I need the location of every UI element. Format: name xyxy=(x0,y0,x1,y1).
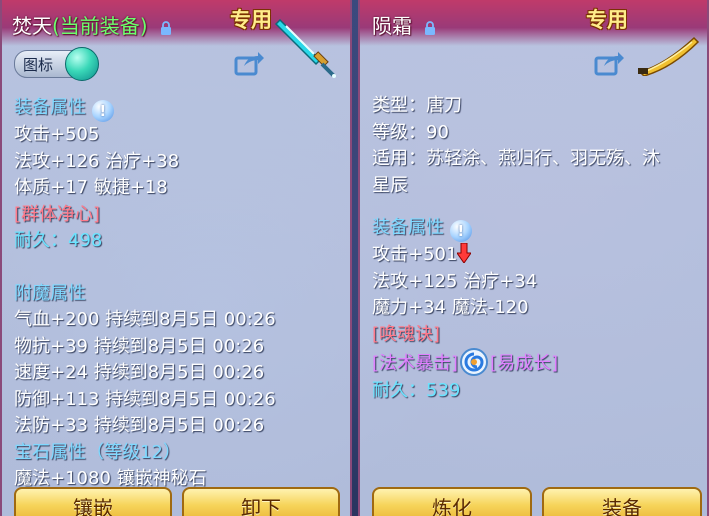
compare-equipment-panel: 陨霜 专用 类型：唐刀 等级：90 适用：苏轻涂、燕归行、羽无殇、沐 星辰 装备… xyxy=(358,0,709,516)
lock-icon xyxy=(160,20,171,35)
skill-2: [易成长] xyxy=(490,353,559,374)
durability: 耐久：498 xyxy=(14,230,103,251)
gem-title: 宝石属性（等级12） xyxy=(14,441,181,463)
icon-toggle-label: 图标 xyxy=(23,56,54,74)
right-stats: 装备属性 ! 攻击+501 法攻+125 治疗+34 魔力+34 魔法-120 … xyxy=(372,215,558,404)
tang-sword-icon[interactable] xyxy=(636,34,700,76)
enchant-title: 附魔属性 xyxy=(14,282,86,304)
share-icon[interactable] xyxy=(234,50,264,76)
attack-line: 攻击+501 xyxy=(372,242,558,269)
left-item-title: 焚天(当前装备) xyxy=(12,10,172,39)
icon-toggle[interactable]: 图标 xyxy=(14,47,99,81)
info-icon[interactable]: ! xyxy=(449,220,472,242)
enchant-line: 物抗+39 持续到8月5日 00:26 xyxy=(14,335,265,357)
right-equip-attr-heading: 装备属性 ! xyxy=(372,215,558,242)
enchant-line: 法防+33 持续到8月5日 00:26 xyxy=(14,415,265,436)
special-effect: [唤魂诀] xyxy=(372,323,441,345)
stat-line: 法攻+126 治疗+38 xyxy=(14,150,180,172)
left-equip-attr-heading: 装备属性 ! xyxy=(14,95,276,122)
stat-line: 法攻+125 治疗+34 xyxy=(372,270,538,292)
equip-button[interactable]: 装备 xyxy=(542,487,702,516)
stat-line: 魔力+34 魔法-120 xyxy=(372,297,529,318)
stat-line: 体质+17 敏捷+18 xyxy=(14,177,168,198)
right-item-title: 陨霜 xyxy=(372,10,436,39)
applicable-line-2: 星辰 xyxy=(372,174,408,196)
refine-button[interactable]: 炼化 xyxy=(372,487,532,516)
left-item-name: 焚天 xyxy=(12,14,52,38)
share-icon[interactable] xyxy=(594,50,624,76)
stat-line: 攻击+505 xyxy=(14,124,100,145)
item-level: 等级：90 xyxy=(372,121,449,143)
sword-icon[interactable] xyxy=(274,16,338,78)
enchant-line: 速度+24 持续到8月5日 00:26 xyxy=(14,362,265,383)
swirl-skill-icon[interactable] xyxy=(460,348,489,376)
item-type: 类型：唐刀 xyxy=(372,95,462,116)
durability: 耐久：539 xyxy=(372,379,461,401)
right-item-name: 陨霜 xyxy=(372,14,412,38)
right-info: 类型：唐刀 等级：90 适用：苏轻涂、燕归行、羽无殇、沐 星辰 xyxy=(372,93,660,199)
lock-icon xyxy=(425,20,436,35)
decrease-arrow-icon xyxy=(457,243,472,263)
left-stats: 装备属性 ! 攻击+505 法攻+126 治疗+38 体质+17 敏捷+18 [… xyxy=(14,95,276,493)
info-icon[interactable]: ! xyxy=(91,100,114,122)
enchant-line: 防御+113 持续到8月5日 00:26 xyxy=(14,388,276,410)
special-effect: [群体净心] xyxy=(14,203,101,225)
right-equip-attr-title: 装备属性 xyxy=(372,217,444,238)
equipped-tag: (当前装备) xyxy=(52,14,148,38)
left-exclusive-label: 专用 xyxy=(230,8,272,32)
left-equip-attr-title: 装备属性 xyxy=(14,97,86,118)
attack-stat: 攻击+501 xyxy=(372,244,458,265)
unequip-button[interactable]: 卸下 xyxy=(182,487,340,516)
inlay-button[interactable]: 镶嵌 xyxy=(14,487,172,516)
skills-line: [法术暴击] [易成长] xyxy=(372,348,558,378)
skill-1: [法术暴击] xyxy=(372,353,459,374)
toggle-knob xyxy=(65,47,99,81)
enchant-line: 气血+200 持续到8月5日 00:26 xyxy=(14,309,276,330)
right-exclusive-label: 专用 xyxy=(586,8,628,32)
applicable-line-1: 适用：苏轻涂、燕归行、羽无殇、沐 xyxy=(372,148,660,169)
current-equipment-panel: 焚天(当前装备) 专用 图标 装备属性 ! 攻击+505 法攻+126 治疗+3… xyxy=(0,0,352,516)
